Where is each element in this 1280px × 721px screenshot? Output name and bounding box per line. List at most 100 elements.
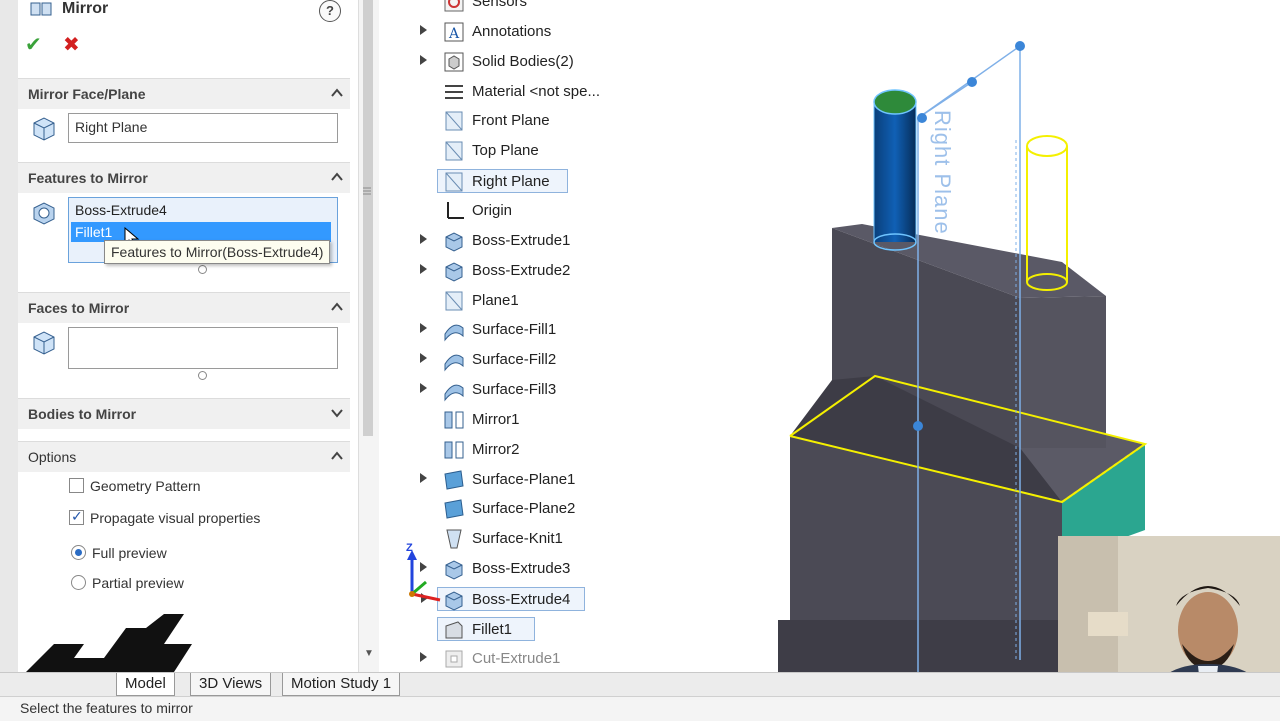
tree-item-annotations[interactable]: A Annotations bbox=[420, 20, 642, 44]
chevron-up-icon[interactable] bbox=[330, 86, 344, 100]
pm-header: Mirror bbox=[26, 0, 356, 22]
list-item-fillet1[interactable]: Fillet1 bbox=[71, 222, 331, 242]
expand-arrow-icon[interactable] bbox=[420, 233, 427, 244]
scroll-down-icon[interactable]: ▼ bbox=[364, 648, 374, 659]
chevron-down-icon[interactable] bbox=[330, 406, 344, 420]
tree-item-label: Surface-Fill1 bbox=[472, 321, 557, 339]
tab-motion-study-1[interactable]: Motion Study 1 bbox=[282, 673, 401, 696]
faces-list[interactable] bbox=[68, 327, 338, 369]
chevron-up-icon[interactable] bbox=[330, 449, 344, 463]
tree-item-boss-extrude2[interactable]: Boss-Extrude2 bbox=[420, 259, 642, 283]
tab-bar: Model 3D Views Motion Study 1 bbox=[0, 672, 1280, 697]
tree-item-cut-extrude1[interactable]: Cut-Extrude1 bbox=[420, 647, 642, 671]
chevron-up-icon[interactable] bbox=[330, 170, 344, 184]
expand-arrow-icon[interactable] bbox=[420, 651, 427, 662]
upper-block-side[interactable] bbox=[1020, 296, 1106, 448]
expand-arrow-icon[interactable] bbox=[420, 54, 427, 65]
cylinder-boss-extrude4[interactable] bbox=[874, 102, 916, 242]
propagate-label: Propagate visual properties bbox=[90, 510, 261, 526]
boss-icon bbox=[445, 232, 463, 252]
group-header-features[interactable]: Features to Mirror bbox=[18, 163, 350, 193]
expand-arrow-icon[interactable] bbox=[420, 353, 427, 364]
splitter-grip-icon[interactable] bbox=[362, 186, 372, 196]
surf-icon bbox=[444, 499, 464, 520]
expand-arrow-icon[interactable] bbox=[420, 263, 427, 274]
propagate-checkbox[interactable] bbox=[69, 508, 84, 525]
pm-scrollbar[interactable] bbox=[358, 0, 379, 672]
tree-item-origin[interactable]: Origin bbox=[442, 199, 642, 223]
chevron-up-icon[interactable] bbox=[330, 300, 344, 314]
surf-icon bbox=[444, 470, 464, 490]
ok-button[interactable]: ✔ bbox=[25, 34, 47, 56]
tree-item-label: Origin bbox=[472, 201, 513, 219]
sensor-icon bbox=[444, 0, 464, 12]
faces-select-icon bbox=[33, 331, 55, 355]
tree-item-boss-extrude1[interactable]: Boss-Extrude1 bbox=[420, 229, 642, 253]
tree-item-surface-plane2[interactable]: Surface-Plane2 bbox=[442, 497, 642, 521]
expand-arrow-icon[interactable] bbox=[420, 323, 427, 334]
full-preview-radio[interactable] bbox=[71, 545, 86, 560]
tree-item-fillet1[interactable]: Fillet1 bbox=[437, 616, 536, 641]
tab-3d-views[interactable]: 3D Views bbox=[190, 673, 272, 696]
status-bar: Select the features to mirror bbox=[0, 696, 1280, 721]
tree-item-surface-knit1[interactable]: Surface-Knit1 bbox=[442, 527, 642, 551]
origin-icon bbox=[447, 201, 464, 219]
tree-item-surface-fill1[interactable]: Surface-Fill1 bbox=[420, 318, 642, 342]
tree-item-label: Boss-Extrude4 bbox=[472, 591, 571, 608]
full-preview-label: Full preview bbox=[92, 545, 167, 561]
geometry-pattern-checkbox[interactable] bbox=[69, 478, 84, 493]
tree-item-surface-fill2[interactable]: Surface-Fill2 bbox=[420, 348, 642, 372]
tree-item-front-plane[interactable]: Front Plane bbox=[442, 109, 642, 133]
help-button[interactable]: ? bbox=[319, 0, 341, 22]
list-item-boss-extrude4[interactable]: Boss-Extrude4 bbox=[71, 200, 331, 220]
group-header-bodies[interactable]: Bodies to Mirror bbox=[18, 399, 350, 429]
tree-item-surface-fill3[interactable]: Surface-Fill3 bbox=[420, 378, 642, 402]
tree-item-label: Boss-Extrude2 bbox=[472, 261, 571, 279]
tree-item-label: Boss-Extrude3 bbox=[472, 560, 571, 578]
list-resize-handle[interactable] bbox=[198, 371, 207, 380]
mirror-face-field[interactable]: Right Plane bbox=[68, 113, 338, 143]
group-bodies: Bodies to Mirror bbox=[18, 398, 350, 429]
tab-model[interactable]: Model bbox=[116, 673, 175, 696]
tree-item-surface-plane1[interactable]: Surface-Plane1 bbox=[420, 468, 642, 492]
expand-arrow-icon[interactable] bbox=[420, 383, 427, 394]
tree-item-top-plane[interactable]: Top Plane bbox=[442, 139, 642, 163]
group-header-mirror-face[interactable]: Mirror Face/Plane bbox=[18, 79, 350, 109]
cancel-button[interactable]: ✖ bbox=[63, 34, 85, 56]
tree-item-label: Material <not spe... bbox=[472, 82, 600, 100]
tree-item-boss-extrude4[interactable]: Boss-Extrude4 bbox=[421, 587, 585, 611]
tree-item-material-not-spe[interactable]: Material <not spe... bbox=[442, 80, 642, 104]
property-manager: Mirror ? ✔ ✖ Mirror Face/Plane Right Pla… bbox=[0, 0, 359, 672]
tree-item-label: Solid Bodies(2) bbox=[472, 52, 574, 70]
tree-item-mirror2[interactable]: Mirror2 bbox=[442, 438, 642, 462]
tree-item-label: Surface-Fill2 bbox=[472, 351, 557, 369]
partial-preview-radio[interactable] bbox=[71, 575, 86, 590]
fillet-icon bbox=[445, 621, 463, 639]
geometry-pattern-label: Geometry Pattern bbox=[90, 478, 201, 494]
scrollbar-thumb[interactable] bbox=[363, 0, 373, 436]
fill-icon bbox=[444, 354, 464, 372]
pm-title: Mirror bbox=[62, 0, 109, 17]
group-label: Bodies to Mirror bbox=[28, 406, 137, 422]
tree-item-label: Annotations bbox=[472, 22, 552, 40]
boss-icon bbox=[445, 262, 463, 282]
plane-label: Right Plane bbox=[930, 110, 955, 235]
group-header-options[interactable]: Options bbox=[18, 442, 350, 472]
list-resize-handle[interactable] bbox=[198, 265, 207, 274]
tree-item-label: Surface-Plane1 bbox=[472, 470, 576, 488]
tree-item-right-plane[interactable]: Right Plane bbox=[437, 169, 569, 194]
expand-arrow-icon[interactable] bbox=[420, 24, 427, 35]
tree-item-label: Surface-Fill3 bbox=[472, 381, 557, 399]
fill-icon bbox=[444, 384, 464, 402]
tree-item-mirror1[interactable]: Mirror1 bbox=[442, 408, 642, 432]
tree-item-label: Top Plane bbox=[472, 142, 539, 160]
tree-item-solid-bodies-2[interactable]: Solid Bodies(2) bbox=[420, 50, 642, 74]
expand-arrow-icon[interactable] bbox=[420, 472, 427, 483]
tree-item-plane1[interactable]: Plane1 bbox=[442, 289, 642, 313]
tree-item-boss-extrude3[interactable]: Boss-Extrude3 bbox=[420, 557, 642, 581]
group-header-faces[interactable]: Faces to Mirror bbox=[18, 293, 350, 323]
tree-item-label: Right Plane bbox=[472, 173, 550, 191]
tree-item-sensors[interactable]: Sensors bbox=[442, 0, 642, 14]
tree-item-label: Surface-Knit1 bbox=[472, 530, 563, 548]
z-axis-label: Z bbox=[406, 542, 413, 554]
